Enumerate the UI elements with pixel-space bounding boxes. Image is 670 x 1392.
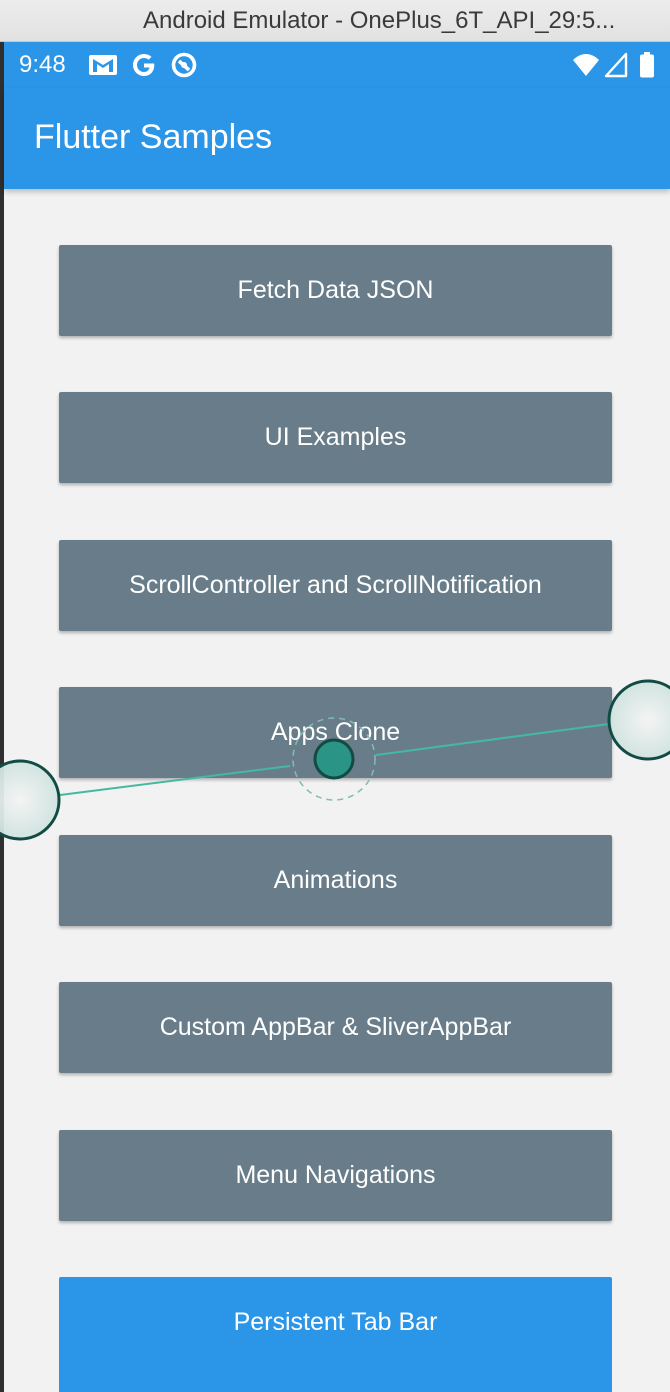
button-label: Animations (273, 866, 398, 894)
emulator-title: Android Emulator - OnePlus_6T_API_29:5..… (143, 7, 616, 34)
status-time: 9:48 (19, 51, 66, 78)
button-label: UI Examples (264, 423, 407, 451)
animations-button[interactable]: Animations (59, 835, 612, 926)
status-bar: 9:48 (4, 42, 670, 88)
persistent-tab-bar-button[interactable]: Persistent Tab Bar (59, 1277, 612, 1392)
signal-icon (604, 52, 628, 78)
wifi-icon (573, 54, 599, 76)
button-label: Custom AppBar & SliverAppBar (159, 1013, 512, 1041)
apps-clone-button[interactable]: Apps Clone (59, 687, 612, 778)
button-label: ScrollController and ScrollNotification (129, 571, 542, 599)
page-title: Flutter Samples (34, 118, 273, 156)
app-bar: Flutter Samples (4, 88, 670, 189)
sample-list[interactable]: Fetch Data JSON UI Examples ScrollContro… (4, 189, 670, 1392)
ui-examples-button[interactable]: UI Examples (59, 392, 612, 483)
gmail-icon (89, 55, 117, 75)
button-label: Fetch Data JSON (237, 276, 434, 304)
button-label: Persistent Tab Bar (233, 1308, 438, 1336)
scroll-controller-button[interactable]: ScrollController and ScrollNotification (59, 540, 612, 631)
custom-appbar-button[interactable]: Custom AppBar & SliverAppBar (59, 982, 612, 1073)
google-icon (133, 54, 155, 76)
button-label: Menu Navigations (235, 1161, 436, 1189)
fetch-data-json-button[interactable]: Fetch Data JSON (59, 245, 612, 336)
menu-navigations-button[interactable]: Menu Navigations (59, 1130, 612, 1221)
emulator-titlebar[interactable]: Android Emulator - OnePlus_6T_API_29:5..… (0, 0, 670, 42)
vpn-icon (171, 52, 197, 78)
battery-icon (640, 52, 654, 78)
emulator-window: Android Emulator - OnePlus_6T_API_29:5..… (0, 0, 670, 1392)
button-label: Apps Clone (270, 718, 401, 746)
